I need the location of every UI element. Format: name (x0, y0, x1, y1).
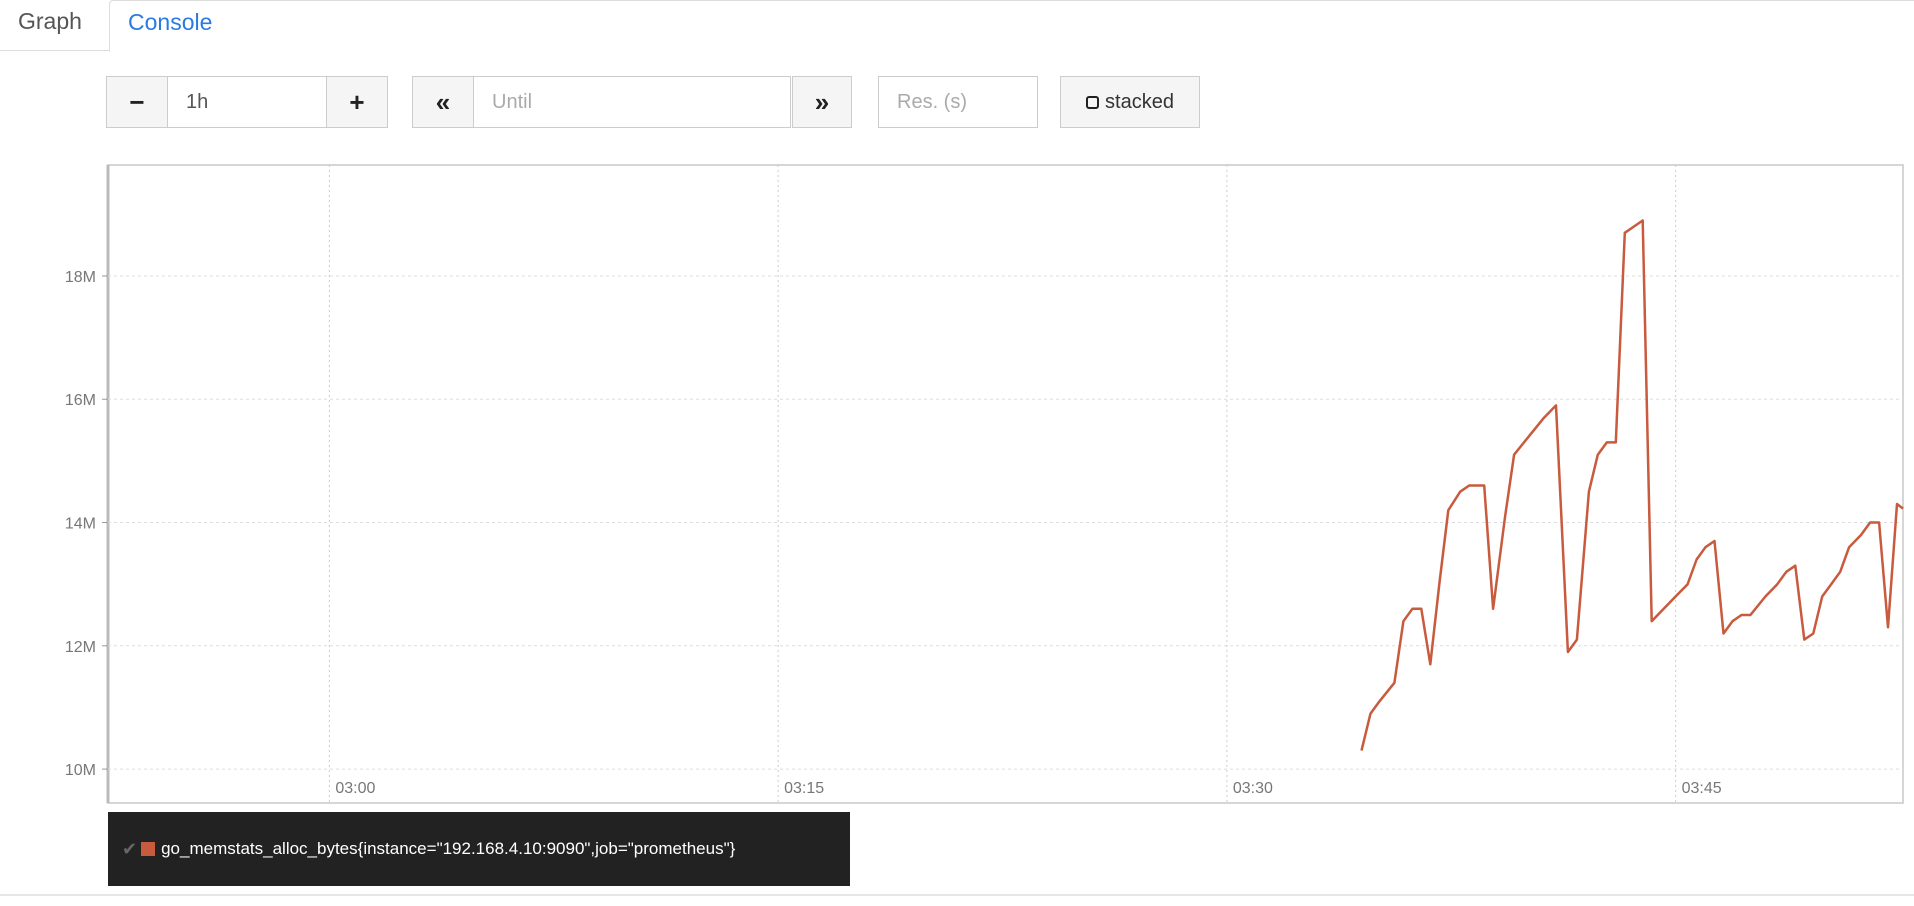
plot-frame (107, 164, 1904, 804)
x-tick-label: 03:00 (335, 780, 375, 797)
time-forward-button[interactable]: » (792, 76, 852, 128)
forward-icon: » (814, 87, 830, 117)
y-tick-label: 18M (65, 269, 96, 286)
x-tick-label: 03:30 (1233, 780, 1273, 797)
resolution-input[interactable] (878, 76, 1038, 128)
x-tick-label: 03:15 (784, 780, 824, 797)
minus-icon: − (129, 87, 145, 117)
plus-icon: + (349, 87, 365, 117)
range-increase-button[interactable]: + (326, 76, 388, 128)
legend-color-swatch (141, 842, 156, 856)
checkbox-icon (1086, 95, 1100, 109)
tab-graph[interactable]: Graph (0, 0, 100, 51)
range-decrease-button[interactable]: − (106, 76, 168, 128)
y-tick-label: 12M (65, 639, 96, 656)
stacked-toggle-button[interactable]: stacked (1060, 76, 1200, 128)
y-tick-label: 10M (65, 762, 96, 779)
time-back-button[interactable]: « (412, 76, 474, 128)
legend: ✔ go_memstats_alloc_bytes{instance="192.… (108, 812, 850, 886)
until-input[interactable] (473, 76, 791, 128)
range-input[interactable] (167, 76, 333, 128)
legend-series-label[interactable]: go_memstats_alloc_bytes{instance="192.16… (161, 839, 735, 859)
y-tick-label: 16M (65, 392, 96, 409)
graph-chart: 10M 12M 14M 16M 18M 03:00 03:15 03:30 03:45 (65, 164, 1904, 804)
bottom-divider (0, 894, 1914, 896)
check-icon[interactable]: ✔ (122, 839, 137, 860)
x-tick-label: 03:45 (1682, 780, 1722, 797)
backward-icon: « (435, 87, 451, 117)
stacked-label: stacked (1105, 90, 1174, 113)
tab-bar: Graph Console (0, 0, 1914, 52)
y-tick-label: 14M (65, 516, 96, 533)
tab-console[interactable]: Console (109, 0, 1914, 52)
